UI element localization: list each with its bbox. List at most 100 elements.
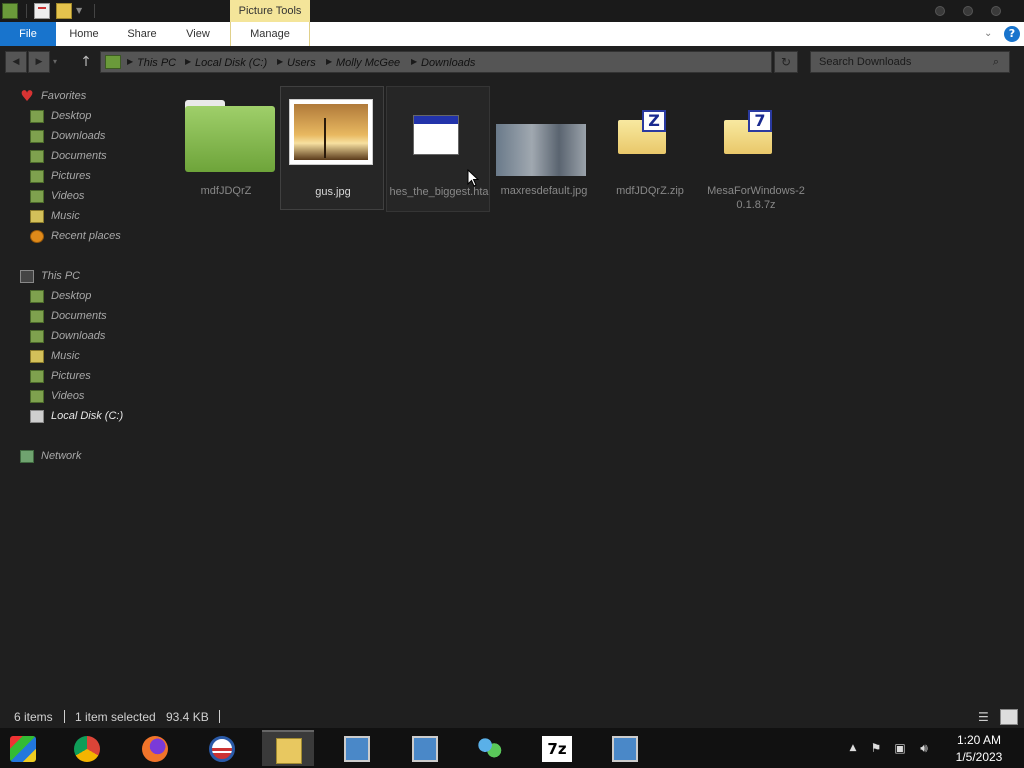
file-item-zip[interactable]: Z mdfJDQrZ.zip — [598, 86, 702, 210]
breadcrumb-separator-icon[interactable]: ▶ — [185, 56, 193, 68]
setup-installer-icon — [344, 736, 370, 762]
search-input[interactable] — [813, 53, 983, 71]
sidebar-item-label: Recent places — [51, 230, 121, 242]
file-item-7z[interactable]: 7 MesaForWindows-20.1.8.7z — [704, 86, 808, 211]
breadcrumb-separator-icon[interactable]: ▶ — [411, 56, 419, 68]
volume-icon[interactable]: 🔊︎ — [916, 740, 932, 756]
tab-home[interactable]: Home — [58, 22, 110, 46]
sidebar-item-pc-documents[interactable]: Documents — [0, 308, 150, 326]
file-item-folder[interactable]: mdfJDQrZ — [174, 86, 278, 210]
breadcrumb-local-disk[interactable]: Local Disk (C:) — [195, 55, 267, 71]
breadcrumb-separator-icon[interactable]: ▶ — [277, 56, 285, 68]
setup-installer-button[interactable] — [330, 730, 382, 766]
breadcrumb-user[interactable]: Molly McGee — [336, 55, 400, 71]
sidebar-item-label: Desktop — [51, 110, 92, 122]
sidebar-item-videos[interactable]: Videos — [0, 188, 150, 206]
up-arrow-icon[interactable]: ↑ — [77, 52, 95, 72]
explorer-app-icon[interactable] — [2, 3, 18, 19]
clock-time[interactable]: 1:20 AM — [944, 733, 1014, 747]
tab-file[interactable]: File — [0, 22, 56, 46]
properties-icon[interactable] — [34, 3, 50, 19]
chevron-down-icon[interactable]: ⌄ — [984, 28, 996, 40]
file-item-gus-jpg[interactable]: gus.jpg — [280, 86, 384, 210]
sidebar-network[interactable]: Network — [0, 448, 150, 466]
pictures-folder-icon — [30, 370, 44, 383]
people-sharing-button[interactable] — [462, 730, 514, 766]
large-icons-view-icon[interactable] — [1000, 709, 1018, 725]
tab-manage[interactable]: Manage — [230, 22, 310, 46]
people-sharing-icon — [476, 736, 502, 762]
file-item-hta[interactable]: hes_the_biggest.hta — [386, 86, 490, 212]
sidebar-item-downloads[interactable]: Downloads — [0, 128, 150, 146]
help-icon[interactable]: ? — [1004, 26, 1020, 42]
network-status-icon[interactable]: ▣ — [892, 740, 908, 756]
7zip-button[interactable]: 7z — [530, 730, 582, 766]
sidebar-item-recent-places[interactable]: Recent places — [0, 228, 150, 246]
sidebar-favorites[interactable]: ♥ Favorites — [0, 88, 150, 106]
recent-locations-icon[interactable]: ▾ — [53, 57, 63, 67]
music-folder-icon — [30, 350, 44, 363]
sidebar-item-label: Music — [51, 210, 80, 222]
navigation-bar: ◀ ▶ ▾ ↑ ▶ This PC ▶ Local Disk (C:) ▶ Us… — [0, 46, 1024, 78]
videos-folder-icon — [30, 390, 44, 403]
sidebar-item-pc-downloads[interactable]: Downloads — [0, 328, 150, 346]
breadcrumb-separator-icon[interactable]: ▶ — [127, 56, 135, 68]
sidebar-item-local-disk[interactable]: Local Disk (C:) — [0, 408, 150, 426]
breadcrumb-users[interactable]: Users — [287, 55, 316, 71]
new-folder-icon[interactable] — [56, 3, 72, 19]
file-item-maxresdefault[interactable]: maxresdefault.jpg — [492, 86, 596, 210]
sidebar-item-documents[interactable]: Documents — [0, 148, 150, 166]
breadcrumb-this-pc[interactable]: This PC — [137, 55, 176, 71]
obama-campaign-button[interactable] — [195, 730, 247, 766]
sidebar-item-music[interactable]: Music — [0, 208, 150, 226]
sidebar-item-desktop[interactable]: Desktop — [0, 108, 150, 126]
maximize-button[interactable] — [963, 6, 973, 16]
zip-archive-icon: Z — [618, 110, 666, 154]
address-bar[interactable]: ▶ This PC ▶ Local Disk (C:) ▶ Users ▶ Mo… — [100, 51, 772, 73]
forward-button[interactable]: ▶ — [28, 51, 50, 73]
show-hidden-icons-icon[interactable]: ▲ — [845, 740, 861, 756]
breadcrumb-separator-icon[interactable]: ▶ — [326, 56, 334, 68]
tab-view[interactable]: View — [174, 22, 222, 46]
firefox-button[interactable] — [128, 730, 180, 766]
start-button[interactable] — [0, 730, 52, 766]
setup-installer-button[interactable] — [598, 730, 650, 766]
start-icon — [10, 736, 36, 762]
search-box[interactable]: ⌕ — [810, 51, 1010, 73]
back-button[interactable]: ◀ — [5, 51, 27, 73]
sidebar-item-pc-desktop[interactable]: Desktop — [0, 288, 150, 306]
sidebar-item-pictures[interactable]: Pictures — [0, 168, 150, 186]
action-center-flag-icon[interactable]: ⚑ — [868, 740, 884, 756]
details-view-icon[interactable]: ☰ — [978, 710, 994, 724]
setup-installer-icon — [612, 736, 638, 762]
status-divider — [64, 710, 65, 723]
breadcrumb-downloads[interactable]: Downloads — [421, 55, 475, 71]
sidebar-item-label: Desktop — [51, 290, 92, 302]
folder-icon — [185, 100, 275, 172]
sidebar-item-label: Downloads — [51, 130, 106, 142]
search-icon[interactable]: ⌕ — [985, 53, 1007, 71]
toolbar-divider — [94, 4, 95, 18]
tab-share[interactable]: Share — [116, 22, 168, 46]
chrome-button[interactable] — [60, 730, 112, 766]
file-list-view: mdfJDQrZ gus.jpg hes_the_biggest.hta max… — [170, 82, 1020, 702]
file-name: gus.jpg — [315, 186, 351, 198]
music-folder-icon — [30, 210, 44, 223]
sidebar-item-pc-videos[interactable]: Videos — [0, 388, 150, 406]
refresh-icon[interactable]: ↻ — [774, 51, 798, 73]
sidebar-item-pc-music[interactable]: Music — [0, 348, 150, 366]
clock-date[interactable]: 1/5/2023 — [944, 750, 1014, 764]
file-explorer-button[interactable] — [262, 730, 314, 766]
minimize-button[interactable] — [935, 6, 945, 16]
sidebar-item-label: Music — [51, 350, 80, 362]
setup-installer-button[interactable] — [398, 730, 450, 766]
sidebar-item-label: Downloads — [51, 330, 106, 342]
status-divider — [219, 710, 220, 723]
close-button[interactable] — [991, 6, 1001, 16]
status-bar: 6 items 1 item selected 93.4 KB ☰ — [0, 706, 1024, 728]
sidebar-this-pc[interactable]: This PC — [0, 268, 150, 286]
downloads-folder-icon — [30, 130, 44, 143]
quick-access-dropdown-icon[interactable]: ▼ — [76, 6, 86, 16]
title-bar: ▼ Picture Tools — [0, 0, 1024, 22]
sidebar-item-pc-pictures[interactable]: Pictures — [0, 368, 150, 386]
